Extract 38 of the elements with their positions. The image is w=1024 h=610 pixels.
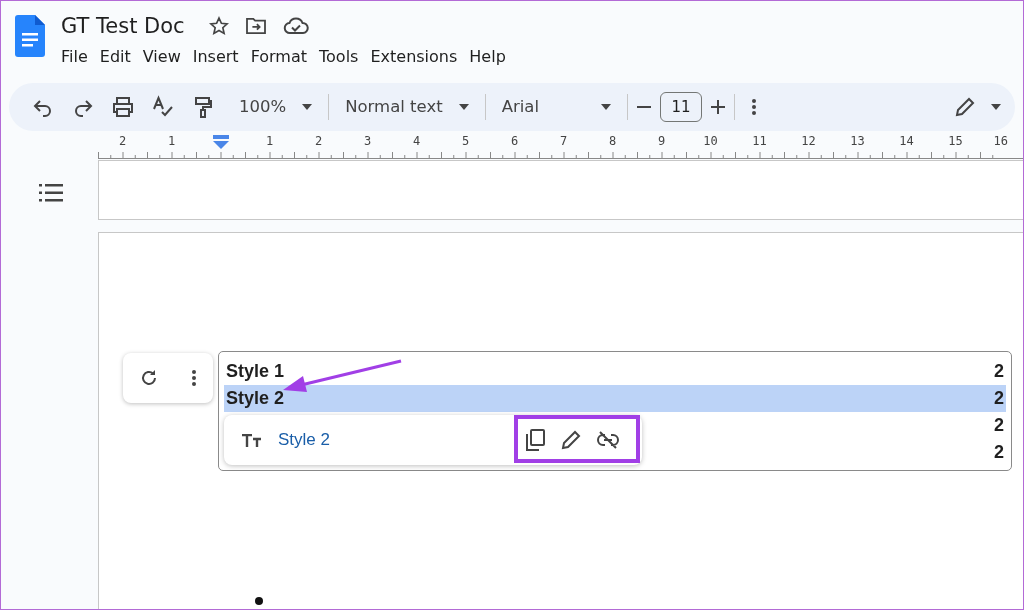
toc-heading: Style 1 bbox=[226, 360, 285, 383]
zoom-dropdown[interactable]: 100% bbox=[239, 94, 313, 120]
ruler-number: 1 bbox=[167, 134, 176, 148]
menu-item[interactable]: Insert bbox=[186, 43, 245, 71]
ruler-number: 16 bbox=[993, 134, 1008, 148]
menu-item[interactable]: Edit bbox=[93, 43, 137, 71]
menu-item[interactable]: Help bbox=[463, 43, 512, 71]
menu-item[interactable]: Format bbox=[244, 43, 313, 71]
toc-heading: Style 2 bbox=[226, 387, 285, 410]
toc-row[interactable]: Style 2 2 bbox=[224, 385, 1006, 412]
document-title[interactable]: GT Test Doc bbox=[61, 13, 185, 39]
ruler-number: 6 bbox=[510, 134, 519, 148]
ruler-number: 15 bbox=[948, 134, 963, 148]
ruler-number: 5 bbox=[461, 134, 470, 148]
ruler-number: 11 bbox=[752, 134, 767, 148]
ruler-number: 8 bbox=[608, 134, 617, 148]
ruler-number: 14 bbox=[899, 134, 914, 148]
toc-row[interactable]: Style 1 2 bbox=[224, 358, 1006, 385]
ruler-number: 10 bbox=[703, 134, 718, 148]
ruler-number: 9 bbox=[657, 134, 666, 148]
ruler-number: 1 bbox=[265, 134, 274, 148]
ruler-number: 2 bbox=[118, 134, 127, 148]
ruler-number: 2 bbox=[314, 134, 323, 148]
paragraph-style-dropdown[interactable]: Normal text bbox=[345, 94, 469, 120]
ruler-number: 13 bbox=[850, 134, 865, 148]
ruler-number: 3 bbox=[363, 134, 372, 148]
ruler-number: 12 bbox=[801, 134, 816, 148]
page-number: 2 bbox=[994, 387, 1004, 410]
ruler-number: 4 bbox=[412, 134, 421, 148]
font-size-field[interactable]: 11 bbox=[660, 92, 703, 122]
font-dropdown[interactable]: Arial bbox=[501, 94, 612, 120]
heading-link[interactable]: Style 2 bbox=[278, 427, 330, 453]
page-number: 2 bbox=[994, 360, 1004, 383]
menu-item[interactable]: Extensions bbox=[364, 43, 464, 71]
menu-item[interactable]: File bbox=[55, 43, 94, 71]
menu-item[interactable]: View bbox=[136, 43, 187, 71]
menu-item[interactable]: Tools bbox=[313, 43, 365, 71]
ruler-number: 7 bbox=[559, 134, 568, 148]
